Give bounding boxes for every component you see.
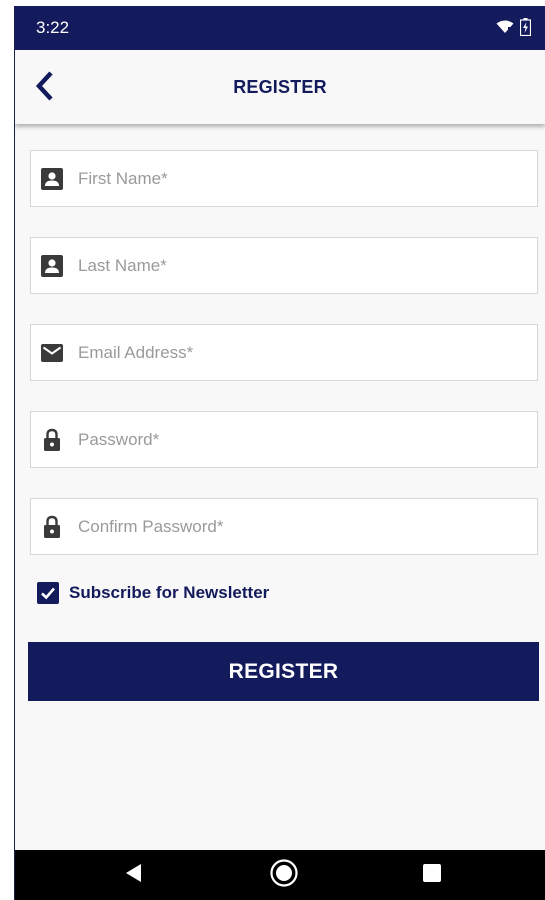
- register-form: [30, 150, 538, 585]
- status-bar: 3:22: [15, 6, 545, 50]
- register-button[interactable]: REGISTER: [28, 642, 539, 701]
- password-field[interactable]: [30, 411, 538, 468]
- email-input[interactable]: [78, 332, 518, 373]
- email-field[interactable]: [30, 324, 538, 381]
- newsletter-checkbox[interactable]: [37, 582, 59, 604]
- person-icon: [41, 254, 63, 277]
- page-title: REGISTER: [233, 77, 327, 97]
- last-name-input[interactable]: [78, 245, 518, 286]
- checkmark-icon: [41, 587, 55, 600]
- status-icons: [496, 18, 532, 41]
- back-triangle-icon: [124, 863, 142, 888]
- last-name-field[interactable]: [30, 237, 538, 294]
- nav-back-button[interactable]: [103, 850, 163, 900]
- first-name-input[interactable]: [78, 158, 518, 199]
- recents-square-icon: [422, 863, 442, 888]
- app-bar: REGISTER: [15, 50, 545, 124]
- phone-screen: 3:22 REGISTER First Name* Last Name* Ema…: [14, 6, 545, 900]
- system-nav-bar: [15, 850, 545, 900]
- confirm-password-input[interactable]: [78, 506, 518, 547]
- wifi-icon: [496, 20, 514, 39]
- nav-home-button[interactable]: [254, 850, 314, 900]
- screenshot-frame: 3:22 REGISTER First Name* Last Name* Ema…: [0, 0, 545, 900]
- battery-charging-icon: [519, 18, 532, 41]
- home-circle-icon: [270, 858, 298, 892]
- password-input[interactable]: [78, 419, 518, 460]
- status-time: 3:22: [36, 18, 70, 37]
- confirm-password-field[interactable]: [30, 498, 538, 555]
- newsletter-label: Subscribe for Newsletter: [69, 583, 270, 602]
- first-name-field[interactable]: [30, 150, 538, 207]
- newsletter-checkbox-row[interactable]: Subscribe for Newsletter: [37, 582, 269, 604]
- lock-icon: [41, 428, 63, 451]
- mail-icon: [41, 342, 63, 364]
- lock-icon: [41, 515, 63, 538]
- nav-recents-button[interactable]: [402, 850, 462, 900]
- person-icon: [41, 167, 63, 190]
